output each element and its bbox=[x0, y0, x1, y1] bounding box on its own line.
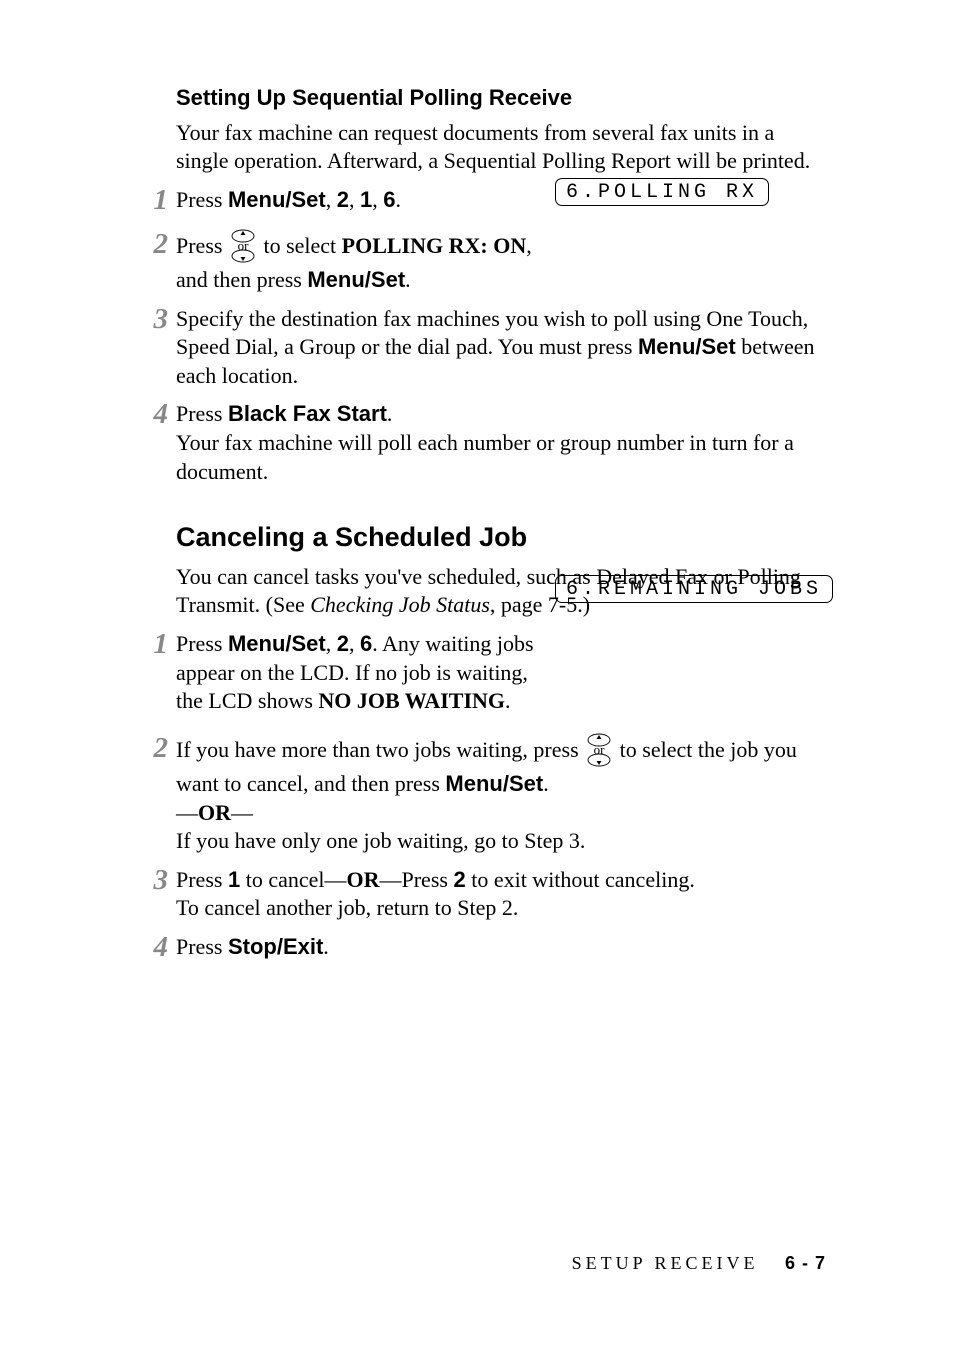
text: , bbox=[526, 233, 532, 258]
step-body: Press Menu/Set, 2, 6. Any waiting jobs a… bbox=[176, 630, 536, 716]
step-body: Specify the destination fax machines you… bbox=[176, 305, 826, 391]
intro-paragraph-1: Your fax machine can request documents f… bbox=[176, 119, 826, 174]
text: If you have more than two jobs waiting, … bbox=[176, 737, 584, 762]
reference-title: Checking Job Status bbox=[310, 592, 490, 617]
step-number: 4 bbox=[128, 400, 168, 429]
text: , bbox=[372, 187, 383, 212]
or-text: OR bbox=[347, 867, 380, 892]
text: , bbox=[349, 631, 360, 656]
step-body: Press Black Fax Start. Your fax machine … bbox=[176, 400, 826, 486]
text: Press bbox=[176, 401, 228, 426]
msg-no-job-waiting: NO JOB WAITING bbox=[318, 688, 505, 713]
svg-text:or: or bbox=[594, 742, 606, 757]
step-body: Press 1 to cancel—OR—Press 2 to exit wit… bbox=[176, 866, 826, 923]
step-1-section2: 1 Press Menu/Set, 2, 6. Any waiting jobs… bbox=[128, 630, 826, 716]
step-number: 3 bbox=[128, 305, 168, 334]
text: , bbox=[349, 187, 360, 212]
step-number: 1 bbox=[128, 186, 168, 215]
or-text: OR bbox=[198, 800, 231, 825]
page-footer: SETUP RECEIVE 6 - 7 bbox=[572, 1253, 826, 1274]
digit: 2 bbox=[453, 867, 465, 892]
svg-text:or: or bbox=[238, 238, 250, 253]
text: to cancel— bbox=[240, 867, 346, 892]
key-stop-exit: Stop/Exit bbox=[228, 934, 323, 959]
step-number: 2 bbox=[128, 230, 168, 259]
key-menu-set: Menu/Set bbox=[445, 771, 543, 796]
text: Press bbox=[176, 867, 228, 892]
step-number: 2 bbox=[128, 734, 168, 763]
digit: 6 bbox=[383, 187, 395, 212]
step-number: 3 bbox=[128, 866, 168, 895]
arrow-up-down-icon: or bbox=[584, 732, 614, 768]
step-body: Press Menu/Set, 2, 1, 6. bbox=[176, 186, 536, 215]
digit: 2 bbox=[337, 187, 349, 212]
step-3-section2: 3 Press 1 to cancel—OR—Press 2 to exit w… bbox=[128, 866, 826, 923]
section-heading-sequential-polling: Setting Up Sequential Polling Receive bbox=[176, 85, 826, 111]
step-1-section1: 1 Press Menu/Set, 2, 1, 6. bbox=[128, 186, 826, 216]
text: . bbox=[323, 934, 329, 959]
step-2-section2: 2 If you have more than two jobs waiting… bbox=[128, 734, 826, 856]
lcd-text: 6.REMAINING JOBS bbox=[555, 575, 833, 603]
step-2-section1: 2 Press or to select POLLING RX: ON, and… bbox=[128, 230, 826, 295]
text: —Press bbox=[380, 867, 454, 892]
text: Press bbox=[176, 233, 228, 258]
step-body: Press Stop/Exit. bbox=[176, 933, 826, 962]
key-black-fax-start: Black Fax Start bbox=[228, 401, 387, 426]
text: to exit without canceling. bbox=[466, 867, 695, 892]
step-4-section1: 4 Press Black Fax Start. Your fax machin… bbox=[128, 400, 826, 486]
text: , bbox=[326, 631, 337, 656]
lcd-display-remaining-jobs: 6.REMAINING JOBS bbox=[555, 575, 833, 603]
text: If you have only one job waiting, go to … bbox=[176, 828, 585, 853]
text: Press bbox=[176, 631, 228, 656]
text: . bbox=[405, 267, 411, 292]
section-heading-canceling: Canceling a Scheduled Job bbox=[176, 522, 826, 553]
manual-page: Setting Up Sequential Polling Receive Yo… bbox=[0, 0, 954, 1352]
digit: 2 bbox=[337, 631, 349, 656]
key-menu-set: Menu/Set bbox=[307, 267, 405, 292]
option-polling-rx-on: POLLING RX: ON bbox=[342, 233, 527, 258]
arrow-up-down-icon: or bbox=[228, 228, 258, 264]
key-menu-set: Menu/Set bbox=[228, 631, 326, 656]
key-menu-set: Menu/Set bbox=[228, 187, 326, 212]
key-menu-set: Menu/Set bbox=[638, 334, 736, 359]
text: Your fax machine will poll each number o… bbox=[176, 430, 794, 484]
text: and then press bbox=[176, 267, 307, 292]
text: , bbox=[326, 187, 337, 212]
step-number: 1 bbox=[128, 630, 168, 659]
text: . bbox=[543, 771, 549, 796]
text: — bbox=[231, 800, 253, 825]
text: to select bbox=[263, 233, 341, 258]
digit: 1 bbox=[360, 187, 372, 212]
footer-page-number: 6 - 7 bbox=[785, 1253, 826, 1273]
step-body: If you have more than two jobs waiting, … bbox=[176, 734, 826, 856]
text: Press bbox=[176, 187, 228, 212]
step-3-section1: 3 Specify the destination fax machines y… bbox=[128, 305, 826, 391]
text: . bbox=[505, 688, 511, 713]
step-number: 4 bbox=[128, 933, 168, 962]
step-body: Press or to select POLLING RX: ON, and t… bbox=[176, 230, 826, 295]
text: . bbox=[387, 401, 393, 426]
step-4-section2: 4 Press Stop/Exit. bbox=[128, 933, 826, 963]
digit: 1 bbox=[228, 867, 240, 892]
text: To cancel another job, return to Step 2. bbox=[176, 895, 518, 920]
text: — bbox=[176, 800, 198, 825]
text: Press bbox=[176, 934, 228, 959]
digit: 6 bbox=[360, 631, 372, 656]
footer-section-name: SETUP RECEIVE bbox=[572, 1253, 759, 1273]
text: . bbox=[396, 187, 402, 212]
